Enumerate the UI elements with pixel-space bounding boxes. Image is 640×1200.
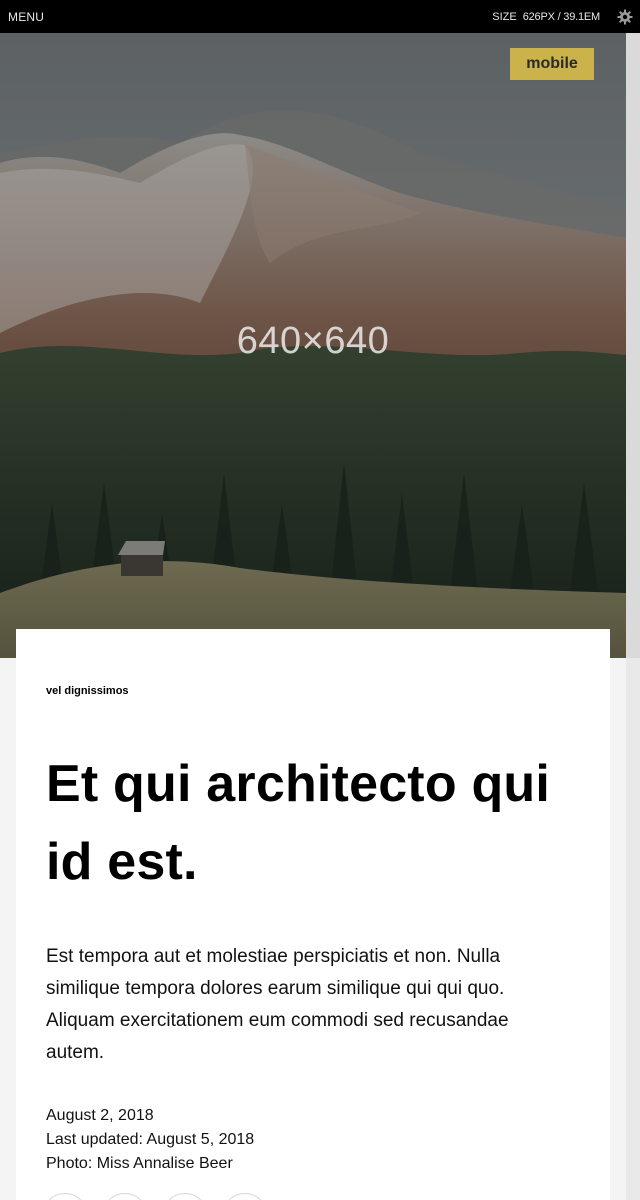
image-size-placeholder: 640×640 (236, 320, 390, 362)
publish-date: August 2, 2018 (46, 1107, 154, 1124)
share-buttons (42, 1193, 268, 1200)
article-dek: Est tempora aut et molestiae perspiciati… (46, 946, 509, 1063)
size-label: SIZE (492, 11, 517, 23)
viewport-resize-handle[interactable] (626, 33, 640, 1200)
article-headline: Et qui architecto qui id est. (46, 755, 551, 891)
resize-handle-lower (626, 658, 640, 1200)
top-toolbar: MENU SIZE 626PX / 39.1EM (0, 0, 640, 33)
viewport-size-readout: SIZE 626PX / 39.1EM (492, 11, 600, 23)
article-card: vel dignissimos Et qui architecto qui id… (16, 629, 610, 1200)
pattern-viewport: 640×640 mobile vel dignissimos Et qui ar… (0, 33, 626, 1200)
photo-credit: Photo: Miss Annalise Beer (46, 1155, 233, 1172)
menu-button[interactable]: MENU (8, 10, 44, 24)
updated-date: Last updated: August 5, 2018 (46, 1131, 255, 1148)
hero-image: 640×640 mobile (0, 33, 626, 658)
mobile-badge: mobile (510, 48, 594, 80)
article-meta: August 2, 2018 Last updated: August 5, 2… (46, 1104, 254, 1176)
share-button[interactable] (222, 1193, 268, 1200)
share-button[interactable] (162, 1193, 208, 1200)
gear-icon[interactable] (617, 9, 633, 25)
article-kicker[interactable]: vel dignissimos (46, 685, 129, 697)
share-button[interactable] (42, 1193, 88, 1200)
share-button[interactable] (102, 1193, 148, 1200)
size-value: 626PX / 39.1EM (522, 11, 601, 23)
